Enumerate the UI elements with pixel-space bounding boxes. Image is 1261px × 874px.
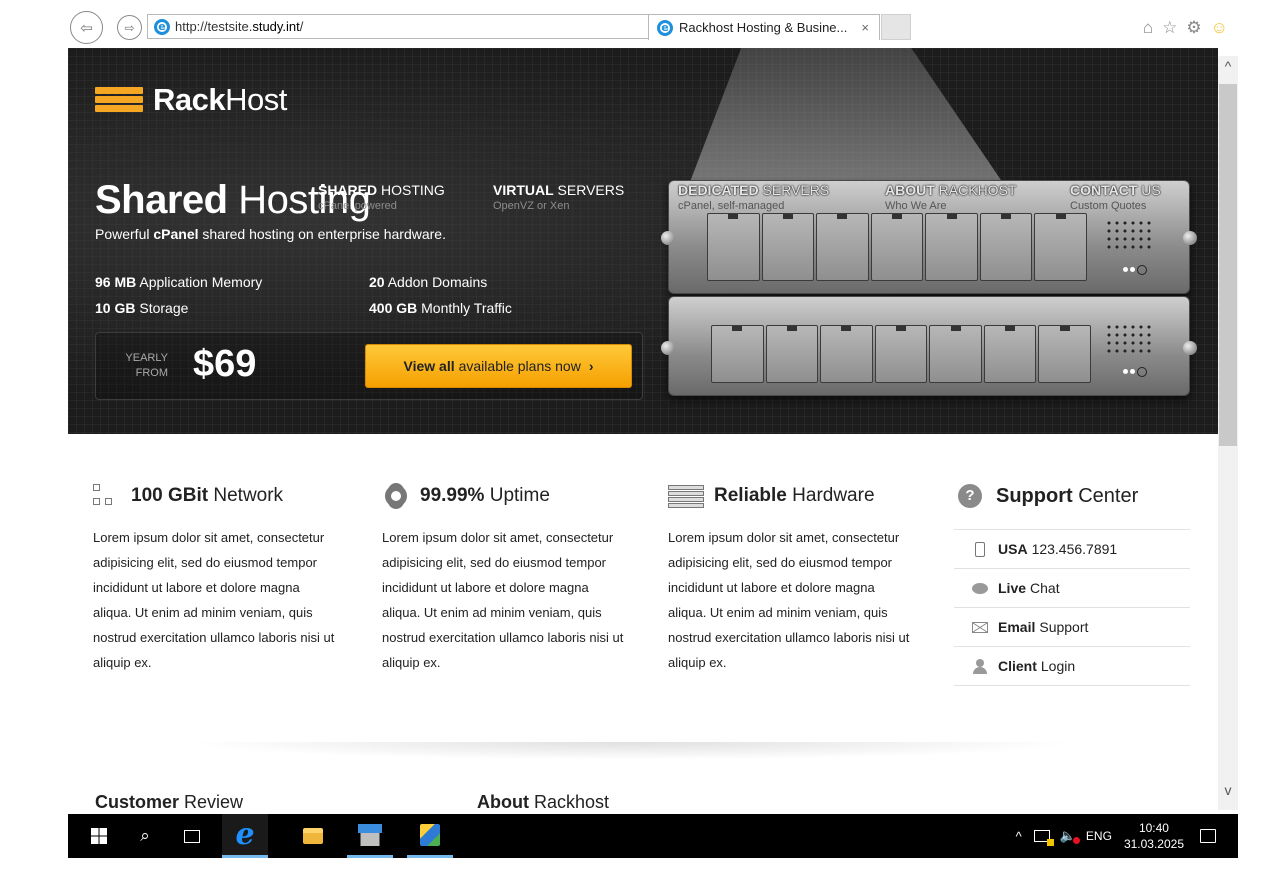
hardware-column: Reliable Hardware Lorem ipsum dolor sit … bbox=[668, 483, 918, 675]
tab-ie-icon: e bbox=[657, 19, 673, 36]
uptime-column: 99.99% Uptime Lorem ipsum dolor sit amet… bbox=[382, 483, 632, 675]
tab-title: Rackhost Hosting & Busine... bbox=[679, 20, 848, 35]
feature-traffic: 400 GB Monthly Traffic bbox=[369, 300, 512, 316]
logo-text: RackHost bbox=[153, 82, 287, 117]
hero-banner: RackHost Shared Hosting Powerful cPanel … bbox=[68, 48, 1218, 434]
mail-icon bbox=[972, 619, 988, 635]
price-value: $69 bbox=[193, 343, 257, 385]
network-text: Lorem ipsum dolor sit amet, consectetur … bbox=[93, 530, 335, 670]
support-list: USA 123.456.7891 Live Chat Email Support Cl… bbox=[954, 529, 1190, 686]
support-client-login[interactable]: Client Login bbox=[954, 647, 1190, 686]
scroll-up-icon[interactable]: ^ bbox=[1218, 58, 1238, 78]
vertical-scrollbar[interactable]: ^ v bbox=[1218, 56, 1238, 810]
tab-close-icon[interactable]: × bbox=[861, 20, 869, 35]
ie-page-icon: e bbox=[154, 18, 170, 35]
network-title: 100 GBit Network bbox=[131, 485, 284, 506]
network-column: 100 GBit Network Lorem ipsum dolor sit a… bbox=[93, 483, 343, 675]
clock[interactable]: 10:40 31.03.2025 bbox=[1124, 820, 1184, 852]
uptime-text: Lorem ipsum dolor sit amet, consectetur … bbox=[382, 530, 624, 670]
task-view-icon[interactable] bbox=[169, 814, 215, 858]
rack-logo-icon bbox=[95, 85, 143, 115]
file-explorer-icon[interactable] bbox=[290, 814, 336, 858]
url-text[interactable]: http://testsite.study.int/ bbox=[175, 19, 303, 34]
browser-toolbar: ⇦ ⇨ e http://testsite.study.int/ ⌕ ▾ ↻ e… bbox=[68, 8, 1238, 48]
network-status-icon[interactable] bbox=[1033, 830, 1054, 846]
notification-icon[interactable] bbox=[1200, 829, 1216, 843]
screen: ⇦ ⇨ e http://testsite.study.int/ ⌕ ▾ ↻ e… bbox=[0, 0, 1261, 874]
windows-start-icon[interactable] bbox=[76, 814, 122, 858]
server-led-icon bbox=[1123, 265, 1149, 275]
url-domain: study.int bbox=[252, 19, 300, 34]
gear-icon bbox=[382, 484, 410, 508]
network-icon bbox=[93, 484, 121, 508]
hardware-text: Lorem ipsum dolor sit amet, consectetur … bbox=[668, 530, 910, 670]
feature-storage: 10 GB Storage bbox=[95, 300, 189, 316]
support-email[interactable]: Email Support bbox=[954, 608, 1190, 647]
chevron-right-icon: › bbox=[588, 358, 594, 374]
star-icon[interactable]: ☆ bbox=[1162, 18, 1177, 38]
about-rackhost-heading: About Rackhost bbox=[477, 792, 610, 812]
server-led-icon bbox=[1123, 367, 1149, 377]
section-divider bbox=[180, 742, 1080, 760]
system-tray: ^ 🔈 ENG 10:40 31.03.2025 bbox=[1016, 814, 1238, 858]
gear-icon[interactable]: ⚙ bbox=[1186, 18, 1201, 38]
bottom-strip bbox=[0, 858, 1261, 874]
address-bar[interactable]: e http://testsite.study.int/ ⌕ ▾ ↻ bbox=[147, 14, 713, 39]
help-icon: ? bbox=[958, 484, 982, 508]
url-prefix: http://testsite. bbox=[175, 19, 253, 34]
customer-review-heading: Customer Review bbox=[95, 792, 244, 812]
phone-icon bbox=[972, 541, 988, 557]
feature-memory: 96 MB Application Memory bbox=[95, 274, 263, 290]
home-icon[interactable]: ⌂ bbox=[1143, 18, 1153, 38]
screw-icon bbox=[1183, 341, 1197, 355]
rackhost-logo[interactable]: RackHost bbox=[95, 82, 287, 118]
nav-dedicated-servers[interactable]: DEDICATED SERVERS cPanel, self-managed bbox=[678, 182, 829, 212]
app-icon[interactable] bbox=[407, 814, 453, 858]
back-button[interactable]: ⇦ bbox=[70, 11, 103, 44]
support-phone[interactable]: USA 123.456.7891 bbox=[954, 530, 1190, 569]
server-rack-icon bbox=[668, 484, 704, 508]
support-live-chat[interactable]: Live Chat bbox=[954, 569, 1190, 608]
nav-about-rackhost[interactable]: ABOUT RACKHOST Who We Are bbox=[885, 182, 1016, 212]
hardware-title: Reliable Hardware bbox=[714, 485, 875, 506]
chat-icon bbox=[972, 580, 988, 596]
browser-tab[interactable]: e Rackhost Hosting & Busine... × bbox=[648, 14, 880, 40]
price-label: YEARLY FROM bbox=[125, 352, 168, 379]
server-illustration-bottom bbox=[661, 296, 1197, 396]
uptime-title: 99.99% Uptime bbox=[420, 485, 550, 506]
server-manager-icon[interactable] bbox=[347, 814, 393, 858]
url-suffix: / bbox=[299, 19, 304, 34]
search-icon[interactable]: ⌕ bbox=[122, 814, 168, 858]
internet-explorer-icon[interactable]: e bbox=[222, 814, 268, 858]
new-tab-button[interactable] bbox=[881, 14, 911, 40]
chevron-up-icon[interactable]: ^ bbox=[1016, 829, 1022, 844]
price-box: YEARLY FROM $69 View all available plans n… bbox=[95, 332, 643, 400]
back-arrow-icon: ⇦ bbox=[80, 19, 93, 37]
browser-right-icons: ⌂ ☆ ⚙ ☺ bbox=[1143, 18, 1228, 38]
vent-grille bbox=[1105, 323, 1153, 355]
view-plans-button[interactable]: View all available plans now › bbox=[365, 344, 632, 388]
nav-shared-hosting[interactable]: SHARED HOSTING cPanel powered bbox=[318, 182, 445, 212]
scroll-down-icon[interactable]: v bbox=[1218, 782, 1238, 802]
nav-virtual-servers[interactable]: VIRTUAL SERVERS OpenVZ or Xen bbox=[493, 182, 624, 212]
feature-domains: 20 Addon Domains bbox=[369, 274, 488, 290]
hero-subtitle: Powerful cPanel shared hosting on enterp… bbox=[95, 226, 446, 242]
volume-muted-icon[interactable]: 🔈 bbox=[1060, 828, 1081, 844]
vent-grille bbox=[1105, 219, 1153, 251]
main-nav: SHARED HOSTING cPanel powered VIRTUAL SER… bbox=[318, 182, 1168, 222]
user-icon bbox=[972, 658, 988, 674]
forward-arrow-icon: ⇨ bbox=[124, 20, 135, 35]
screw-icon bbox=[661, 341, 675, 355]
support-center: ? Support Center USA 123.456.7891 Live Cha… bbox=[954, 483, 1190, 686]
screw-icon bbox=[1183, 231, 1197, 245]
smiley-icon[interactable]: ☺ bbox=[1211, 18, 1228, 38]
scroll-thumb[interactable] bbox=[1219, 84, 1237, 446]
forward-button[interactable]: ⇨ bbox=[117, 15, 142, 40]
windows-taskbar: ⌕ e ^ 🔈 ENG 10:40 31.03.2025 bbox=[68, 814, 1238, 858]
support-title: Support Center bbox=[996, 484, 1139, 507]
screw-icon bbox=[661, 231, 675, 245]
language-indicator[interactable]: ENG bbox=[1086, 829, 1112, 843]
nav-contact-us[interactable]: CONTACT US Custom Quotes bbox=[1070, 182, 1161, 212]
